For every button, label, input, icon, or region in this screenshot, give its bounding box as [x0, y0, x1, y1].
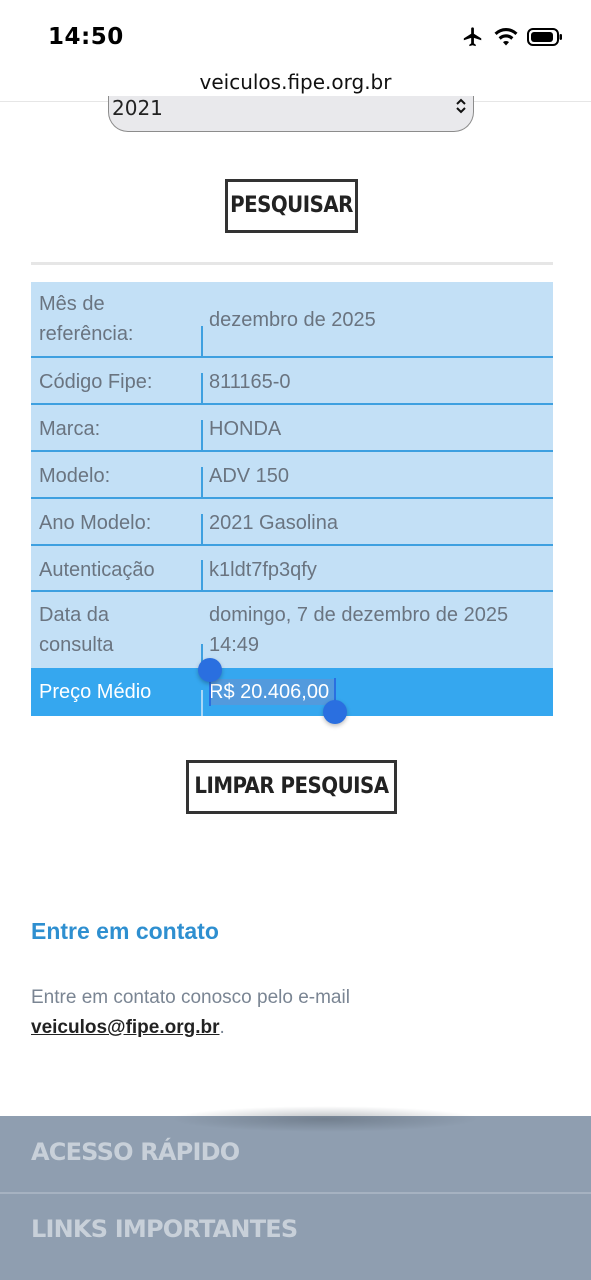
row-value: 811165-0	[209, 371, 291, 393]
url-text[interactable]: veiculos.fipe.org.br	[0, 70, 591, 94]
wifi-icon	[494, 27, 518, 46]
status-bar: 14:50	[0, 0, 591, 60]
footer-item-label: ACESSO RÁPIDO	[31, 1138, 240, 1166]
contact-period: .	[219, 1017, 225, 1038]
row-label: Código Fipe:	[39, 371, 153, 393]
row-label: Data da consulta	[39, 604, 114, 656]
price-row: Preço Médio R$ 20.406,00	[31, 668, 553, 716]
row-label: Marca:	[39, 418, 101, 440]
table-row: Modelo: ADV 150	[31, 452, 553, 499]
airplane-icon	[463, 27, 482, 47]
row-value: domingo, 7 de dezembro de 2025 14:49	[209, 604, 509, 656]
battery-icon	[527, 28, 562, 46]
column-separator	[201, 514, 203, 544]
table-row: Mês de referência: dezembro de 2025	[31, 282, 553, 358]
price-value[interactable]: R$ 20.406,00	[209, 677, 329, 707]
row-value: 2021 Gasolina	[209, 512, 338, 534]
row-value: HONDA	[209, 418, 282, 440]
table-row: Marca: HONDA	[31, 405, 553, 452]
price-label: Preço Médio	[39, 681, 152, 703]
contact-description: Entre em contato conosco pelo e-mail	[31, 987, 350, 1008]
year-select[interactable]: 2021	[108, 96, 474, 132]
status-icons	[461, 26, 563, 48]
year-select-value: 2021	[112, 96, 163, 120]
column-separator	[201, 373, 203, 403]
search-button[interactable]: PESQUISAR	[225, 179, 358, 233]
clear-search-button[interactable]: LIMPAR PESQUISA	[186, 760, 397, 814]
table-row: Data da consulta domingo, 7 de dezembro …	[31, 592, 553, 668]
contact-email-link[interactable]: veiculos@fipe.org.br	[31, 1017, 220, 1038]
footer: ACESSO RÁPIDO LINKS IMPORTANTES	[0, 1116, 591, 1280]
selection-end-handle[interactable]	[323, 700, 347, 724]
contact-text: Entre em contato conosco pelo e-mail vei…	[31, 983, 561, 1043]
selection-start-handle[interactable]	[198, 658, 222, 682]
row-value: ADV 150	[209, 465, 290, 487]
row-value: k1ldt7fp3qfy	[209, 559, 317, 581]
column-separator	[201, 467, 203, 497]
row-label: Autenticação	[39, 559, 155, 581]
column-separator	[201, 560, 203, 590]
table-row: Código Fipe: 811165-0	[31, 358, 553, 405]
footer-item-label: LINKS IMPORTANTES	[31, 1215, 298, 1243]
table-row: Autenticação k1ldt7fp3qfy	[31, 546, 553, 592]
divider	[31, 262, 553, 265]
column-separator	[201, 690, 203, 716]
row-label: Mês de referência:	[39, 293, 134, 345]
status-time: 14:50	[48, 24, 124, 50]
row-value: dezembro de 2025	[209, 309, 376, 331]
footer-item-links-importantes[interactable]: LINKS IMPORTANTES	[0, 1193, 591, 1270]
table-row: Ano Modelo: 2021 Gasolina	[31, 499, 553, 546]
chevron-up-down-icon	[455, 96, 467, 119]
footer-shadow	[170, 1106, 480, 1132]
row-label: Modelo:	[39, 465, 111, 487]
contact-title: Entre em contato	[31, 918, 219, 944]
row-label: Ano Modelo:	[39, 512, 152, 534]
result-table: Mês de referência: dezembro de 2025 Códi…	[31, 282, 553, 716]
column-separator	[201, 420, 203, 450]
column-separator	[201, 326, 203, 356]
